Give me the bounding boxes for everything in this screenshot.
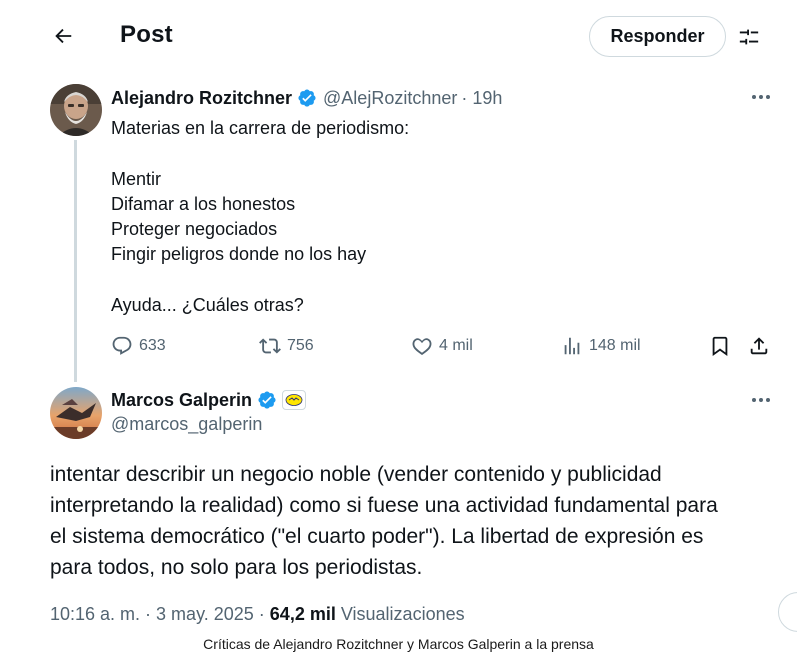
views-total: 64,2 mil: [269, 604, 336, 624]
author-handle[interactable]: @marcos_galperin: [111, 414, 262, 435]
text-line: [111, 141, 741, 166]
page-title: Post: [120, 21, 173, 48]
text-line: Ayuda... ¿Cuáles otras?: [111, 295, 304, 316]
arrow-left-icon: [55, 28, 72, 44]
bookmark-icon: [712, 336, 728, 357]
main-post-text: intentar describir un negocio noble (ven…: [50, 459, 780, 583]
reply-button[interactable]: Responder: [589, 16, 726, 57]
more-options-button[interactable]: [746, 389, 776, 411]
author-name[interactable]: Alejandro Rozitchner: [111, 88, 292, 109]
bookmark-action[interactable]: [709, 332, 737, 360]
views-action[interactable]: 148 mil: [561, 332, 641, 360]
bar-chart-icon: [564, 337, 580, 355]
like-count: 4 mil: [439, 337, 473, 354]
settings-button[interactable]: [734, 22, 764, 52]
share-icon: [750, 337, 768, 355]
avatar-alejandro[interactable]: [50, 84, 102, 136]
more-dots-icon: [752, 398, 770, 402]
post-header: Post Responder: [0, 0, 797, 72]
text-line: Proteger negociados: [111, 219, 278, 240]
comment-icon: [112, 336, 132, 355]
repost-icon: [259, 338, 281, 354]
post-meta: 10:16 a. m. · 3 may. 2025 · 64,2 mil Vis…: [50, 604, 465, 625]
image-caption: Críticas de Alejandro Rozitchner y Marco…: [203, 636, 594, 652]
text-line: el sistema democrático ("el cuarto poder…: [50, 525, 704, 548]
main-author-row: Marcos Galperin: [111, 388, 307, 412]
repost-count: 756: [287, 337, 314, 354]
text-line: para todos, no solo para los periodistas…: [50, 556, 423, 579]
avatar-marcos[interactable]: [50, 387, 102, 439]
post-screenshot: Post Responder Alejandro Rozitchner @Ale…: [0, 0, 797, 632]
text-line: interpretando la realidad) como si fuese…: [50, 494, 718, 517]
more-dots-icon: [752, 95, 770, 99]
author-name[interactable]: Marcos Galperin: [111, 390, 252, 411]
text-line: Mentir: [111, 168, 162, 189]
thread-connector: [74, 140, 77, 382]
quoted-author-row: Alejandro Rozitchner @AlejRozitchner · 1…: [111, 86, 502, 110]
author-handle[interactable]: @AlejRozitchner: [323, 88, 457, 109]
mercadolibre-handshake-icon[interactable]: [282, 390, 307, 410]
text-line: Fingir peligros donde no los hay: [111, 244, 367, 265]
like-action[interactable]: 4 mil: [411, 332, 473, 360]
views-label: Visualizaciones: [340, 604, 465, 624]
share-action[interactable]: [748, 332, 776, 360]
more-options-button[interactable]: [746, 86, 776, 108]
post-time[interactable]: · 19h: [461, 88, 502, 109]
verified-badge-icon: [297, 88, 317, 108]
quoted-post-text: Materias en la carrera de periodismo: Me…: [111, 116, 741, 318]
heart-icon: [412, 338, 432, 355]
views-count: 148 mil: [589, 337, 641, 354]
post-actions: 633 756 4 mil 148 mil: [111, 332, 771, 360]
reply-count: 633: [139, 337, 166, 354]
sliders-icon: [739, 29, 759, 45]
text-line: Materias en la carrera de periodismo:: [111, 118, 410, 138]
repost-action[interactable]: 756: [259, 332, 314, 360]
text-line: [111, 268, 741, 293]
back-button[interactable]: [44, 17, 82, 55]
text-line: Difamar a los honestos: [111, 193, 296, 214]
floating-button[interactable]: [778, 592, 797, 632]
reply-action[interactable]: 633: [111, 332, 166, 360]
post-timestamp[interactable]: 10:16 a. m. · 3 may. 2025 ·: [50, 604, 265, 624]
text-line: intentar describir un negocio noble (ven…: [50, 463, 662, 486]
verified-badge-icon: [257, 390, 277, 410]
